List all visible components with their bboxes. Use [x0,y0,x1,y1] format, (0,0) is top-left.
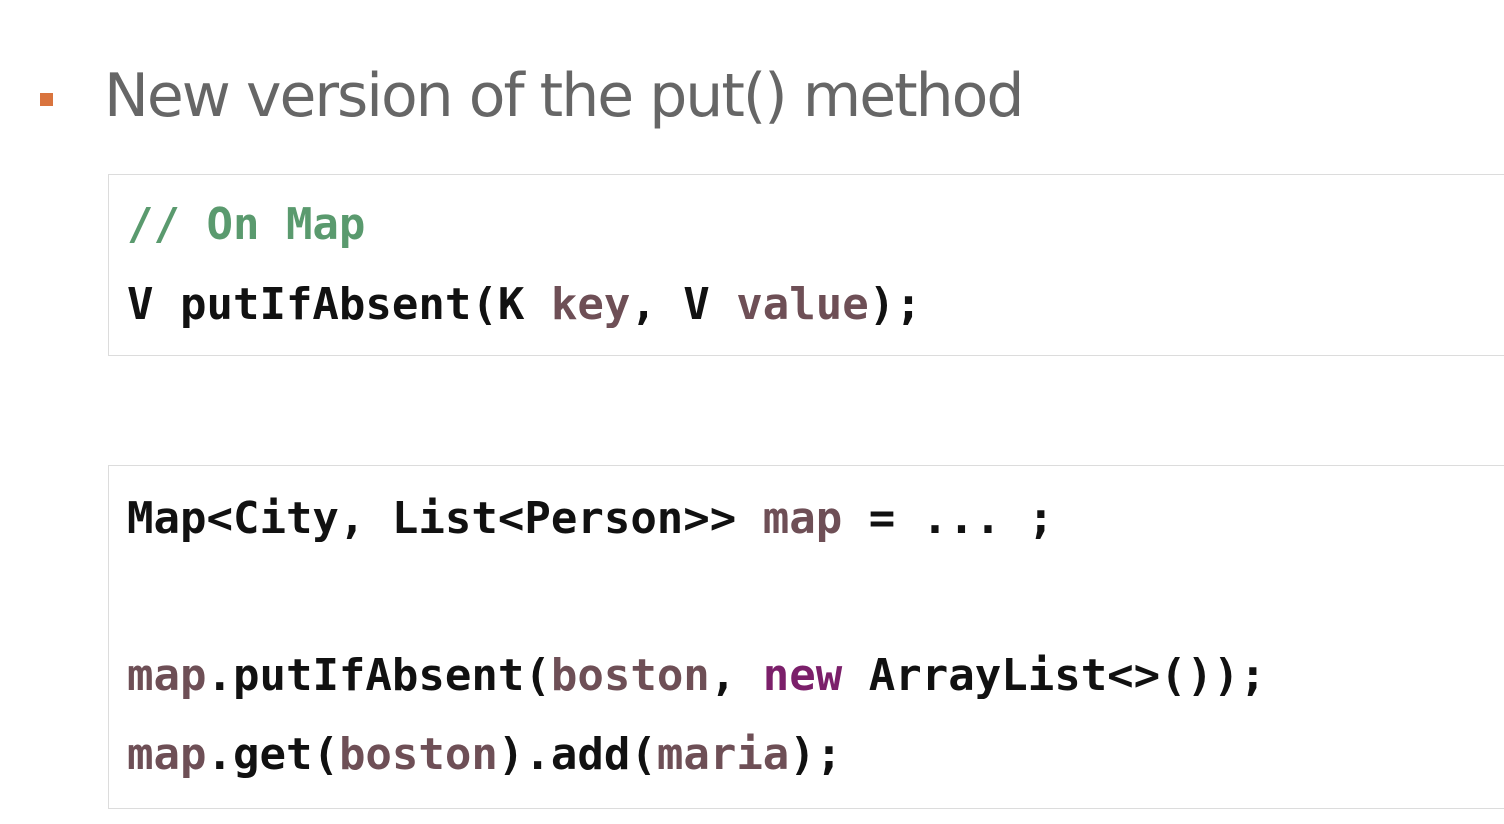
code-block-example: Map<City, List<Person>> map = ... ; map.… [108,465,1504,809]
code-line-comment: // On Map [127,195,365,255]
code-param-key: key [550,279,631,330]
code-token: V putIfAbsent(K [127,279,551,330]
code-line-put-if-absent: map.putIfAbsent(boston, new ArrayList<>(… [127,646,1266,706]
code-token: = ... ; [842,493,1055,544]
code-variable-map: map [127,729,207,780]
code-token: , V [630,279,737,330]
code-token: , [709,650,763,701]
code-token: ); [789,729,843,780]
slide: New version of the put() method // On Ma… [0,0,1504,824]
code-param-value: value [736,279,869,330]
code-variable-boston: boston [338,729,498,780]
square-bullet-icon [40,93,53,106]
code-variable-boston: boston [550,650,710,701]
code-variable-map: map [127,650,207,701]
code-block-signature: // On Map V putIfAbsent(K key, V value); [108,174,1504,356]
code-keyword-new: new [762,650,843,701]
code-line-declaration: Map<City, List<Person>> map = ... ; [127,489,1054,549]
code-token: .get( [206,729,339,780]
code-comment: // On Map [127,199,366,250]
code-variable-map: map [762,493,843,544]
code-variable-maria: maria [656,729,790,780]
code-token: ); [868,279,922,330]
code-token: .putIfAbsent( [206,650,551,701]
code-line-get-add: map.get(boston).add(maria); [127,725,842,785]
code-token: Map<City, List<Person>> [127,493,763,544]
code-line-signature: V putIfAbsent(K key, V value); [127,275,922,335]
code-token: ArrayList<>()); [842,650,1267,701]
code-token: ).add( [497,729,657,780]
slide-heading: New version of the put() method [104,61,1024,131]
